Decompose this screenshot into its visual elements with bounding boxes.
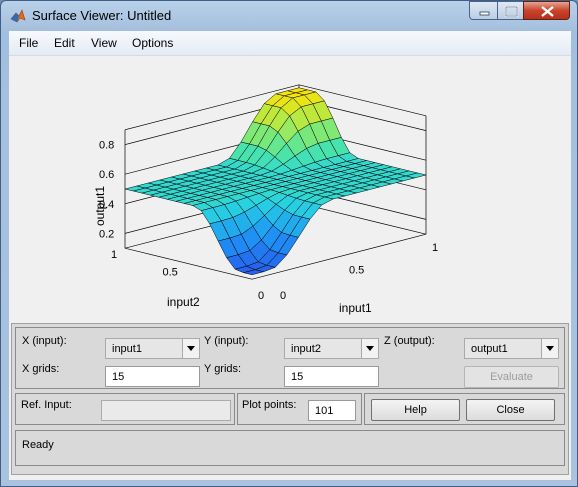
maximize-button[interactable] xyxy=(497,1,524,20)
x-tick-label: 0.5 xyxy=(349,265,364,277)
chevron-down-icon xyxy=(541,339,558,358)
y-grids-value: 15 xyxy=(291,371,304,383)
plot-points-label: Plot points: xyxy=(242,399,297,411)
menu-options[interactable]: Options xyxy=(132,36,173,50)
surface-plot[interactable]: 0.2 0.4 0.6 0.8 0 0.5 1 0 0.5 1 input1 input2 output… xyxy=(9,56,571,322)
z-output-value: output1 xyxy=(471,343,508,355)
y-input-label: Y (input): xyxy=(204,335,249,347)
chevron-down-icon xyxy=(182,339,199,358)
plot-points-panel: Plot points: 101 xyxy=(237,393,362,425)
y-tick-label: 1 xyxy=(111,249,117,261)
ref-input-label: Ref. Input: xyxy=(21,399,72,411)
window-title: Surface Viewer: Untitled xyxy=(32,8,172,23)
matlab-icon xyxy=(10,9,26,23)
x-grids-input[interactable]: 15 xyxy=(105,366,200,387)
menu-file[interactable]: File xyxy=(19,36,38,50)
y-input-dropdown[interactable]: input2 xyxy=(284,338,379,359)
x-axis-label: input1 xyxy=(339,301,372,315)
plot-points-input[interactable]: 101 xyxy=(308,400,356,421)
chevron-down-icon xyxy=(361,339,378,358)
menu-bar: File Edit View Options xyxy=(9,31,571,56)
z-output-label: Z (output): xyxy=(384,335,435,347)
help-button[interactable]: Help xyxy=(371,399,460,421)
window: Surface Viewer: Untitled File Edit View … xyxy=(0,0,578,487)
y-grids-label: Y grids: xyxy=(204,363,242,375)
z-tick-label: 0.8 xyxy=(99,140,114,152)
menu-view[interactable]: View xyxy=(91,36,117,50)
y-input-value: input2 xyxy=(291,343,321,355)
x-grids-label: X grids: xyxy=(22,363,60,375)
z-tick-label: 0.6 xyxy=(99,169,114,181)
minimize-icon xyxy=(479,11,490,16)
client-area: File Edit View Options 0.2 0.4 0.6 0.8 0 0.5 1… xyxy=(9,31,571,480)
z-axis-label: output1 xyxy=(93,186,107,226)
x-input-label: X (input): xyxy=(22,335,67,347)
plot-points-value: 101 xyxy=(315,405,334,417)
status-panel: Ready xyxy=(15,430,565,466)
ref-input-panel: Ref. Input: xyxy=(15,393,235,425)
z-tick-label: 0.2 xyxy=(99,228,114,240)
ref-input-field[interactable] xyxy=(101,400,231,421)
maximize-icon xyxy=(505,6,518,17)
axes-selection-panel: X (input): input1 Y (input): input2 Z (o… xyxy=(15,327,565,389)
close-button[interactable]: Close xyxy=(466,399,555,421)
z-output-dropdown[interactable]: output1 xyxy=(464,338,559,359)
y-grids-input[interactable]: 15 xyxy=(284,366,379,387)
controls-panel: X (input): input1 Y (input): input2 Z (o… xyxy=(11,323,569,475)
evaluate-button[interactable]: Evaluate xyxy=(464,366,559,388)
close-icon xyxy=(541,6,554,17)
x-tick-label: 0 xyxy=(280,290,286,302)
y-tick-label: 0 xyxy=(258,290,264,302)
x-grids-value: 15 xyxy=(112,371,125,383)
close-window-button[interactable] xyxy=(523,1,570,20)
status-text: Ready xyxy=(22,439,54,451)
y-axis-label: input2 xyxy=(167,295,200,309)
menu-edit[interactable]: Edit xyxy=(54,36,75,50)
y-tick-label: 0.5 xyxy=(163,267,178,279)
action-buttons-panel: Help Close xyxy=(364,393,565,425)
minimize-button[interactable] xyxy=(469,1,498,20)
x-input-dropdown[interactable]: input1 xyxy=(105,338,200,359)
title-bar[interactable]: Surface Viewer: Untitled xyxy=(1,1,577,31)
x-input-value: input1 xyxy=(112,343,142,355)
x-tick-label: 1 xyxy=(432,242,438,254)
